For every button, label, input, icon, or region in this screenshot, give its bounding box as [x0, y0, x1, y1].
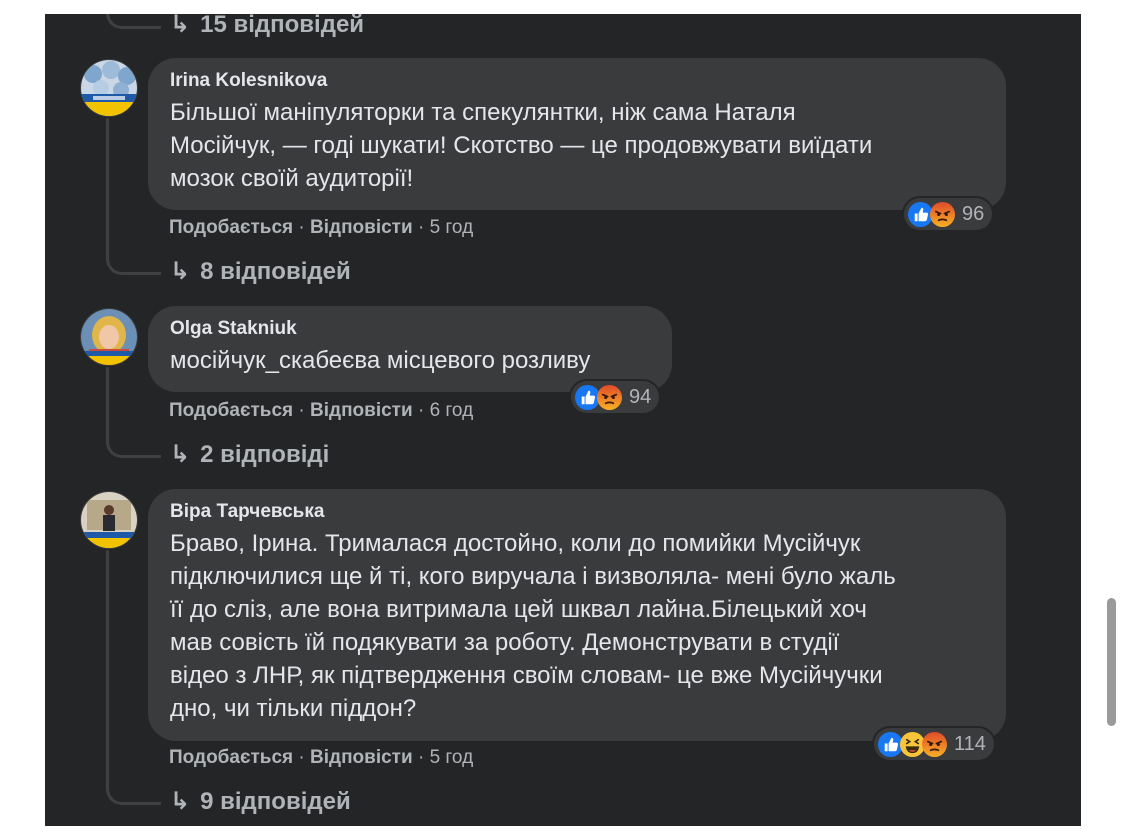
- view-replies-link[interactable]: ↳ 8 відповідей: [170, 257, 351, 286]
- reaction-count: 94: [629, 385, 652, 408]
- reply-arrow-icon: ↳: [170, 14, 191, 38]
- reaction-count: 114: [954, 732, 986, 755]
- comment-author[interactable]: Olga Stakniuk: [170, 318, 650, 340]
- separator: ·: [417, 747, 425, 768]
- comment-line: мав совість їй подякувати за роботу. Дем…: [170, 629, 840, 656]
- reactions-summary[interactable]: 96: [904, 198, 993, 230]
- comment-text: Браво, Ірина. Трималася достойно, коли д…: [170, 527, 984, 725]
- reaction-count: 96: [962, 202, 985, 225]
- comment-line: Мосійчук, — годі шукати! Скотство — це п…: [170, 132, 873, 159]
- view-replies-link[interactable]: ↳ 2 відповіді: [170, 440, 329, 469]
- avatar[interactable]: [80, 308, 138, 366]
- reactions-summary[interactable]: 114: [874, 728, 994, 760]
- timestamp[interactable]: 5 год: [430, 217, 474, 238]
- separator: ·: [298, 747, 305, 768]
- replies-count: 9 відповідей: [200, 787, 351, 815]
- comment-bubble: Віра Тарчевська Браво, Ірина. Трималася …: [148, 489, 1006, 741]
- scrollbar-thumb[interactable]: [1107, 598, 1116, 726]
- view-replies-link[interactable]: ↳ 15 відповідей: [170, 14, 364, 39]
- replies-count: 8 відповідей: [200, 257, 351, 285]
- comment-actions: Подобається · Відповісти · 5 год: [169, 217, 473, 239]
- separator: ·: [298, 400, 305, 421]
- reply-arrow-icon: ↳: [170, 258, 191, 285]
- angry-icon: [596, 384, 623, 411]
- thread-connector: [106, 254, 161, 275]
- comment-author[interactable]: Віра Тарчевська: [170, 501, 984, 523]
- like-button[interactable]: Подобається: [169, 747, 293, 768]
- thread-connector: [106, 367, 109, 441]
- thread-connector: [106, 550, 109, 788]
- like-button[interactable]: Подобається: [169, 400, 293, 421]
- comment-line: її до сліз, але вона витримала цей шквал…: [170, 596, 867, 623]
- comment-author[interactable]: Irina Kolesnikova: [170, 70, 984, 92]
- comment-line: мосійчук_скабеєва місцевого розливу: [170, 347, 591, 374]
- replies-count: 15 відповідей: [200, 14, 365, 38]
- comment-bubble: Olga Stakniuk мосійчук_скабеєва місцевог…: [148, 306, 672, 392]
- reply-button[interactable]: Відповісти: [310, 217, 413, 238]
- comment-line: підключилися ще й ті, кого виручала і ви…: [170, 563, 896, 590]
- thread-connector: [106, 784, 161, 805]
- separator: ·: [417, 400, 425, 421]
- comment-actions: Подобається · Відповісти · 6 год: [169, 400, 473, 422]
- avatar[interactable]: [80, 59, 138, 117]
- reactions-summary[interactable]: 94: [571, 381, 660, 413]
- comment-text: Більшої маніпуляторки та спекулянтки, ні…: [170, 96, 984, 195]
- thread-connector: [106, 437, 161, 458]
- reply-button[interactable]: Відповісти: [310, 400, 413, 421]
- reply-button[interactable]: Відповісти: [310, 747, 413, 768]
- timestamp[interactable]: 6 год: [430, 400, 474, 421]
- avatar[interactable]: [80, 491, 138, 549]
- separator: ·: [298, 217, 305, 238]
- reply-arrow-icon: ↳: [170, 441, 191, 468]
- thread-connector: [106, 118, 109, 258]
- comment-bubble: Irina Kolesnikova Більшої маніпуляторки …: [148, 58, 1006, 210]
- comment-line: мозок своїй аудиторії!: [170, 165, 414, 192]
- thread-connector: [106, 14, 161, 29]
- comment-line: Браво, Ірина. Трималася достойно, коли д…: [170, 530, 861, 557]
- like-button[interactable]: Подобається: [169, 217, 293, 238]
- comment-line: дно, чи тільки піддон?: [170, 695, 417, 722]
- reply-arrow-icon: ↳: [170, 788, 191, 815]
- angry-icon: [929, 201, 956, 228]
- replies-count: 2 відповіді: [200, 440, 330, 468]
- angry-icon: [921, 731, 948, 758]
- timestamp[interactable]: 5 год: [430, 747, 474, 768]
- comment-line: Більшої маніпуляторки та спекулянтки, ні…: [170, 99, 796, 126]
- comment-line: відео з ЛНР, як підтвердження своїм слов…: [170, 662, 883, 689]
- comment-actions: Подобається · Відповісти · 5 год: [169, 747, 473, 769]
- comments-panel: ↳ 15 відповідей Irina Kolesnikova Більшо…: [45, 14, 1081, 826]
- separator: ·: [417, 217, 425, 238]
- comment-text: мосійчук_скабеєва місцевого розливу: [170, 344, 650, 377]
- view-replies-link[interactable]: ↳ 9 відповідей: [170, 787, 351, 816]
